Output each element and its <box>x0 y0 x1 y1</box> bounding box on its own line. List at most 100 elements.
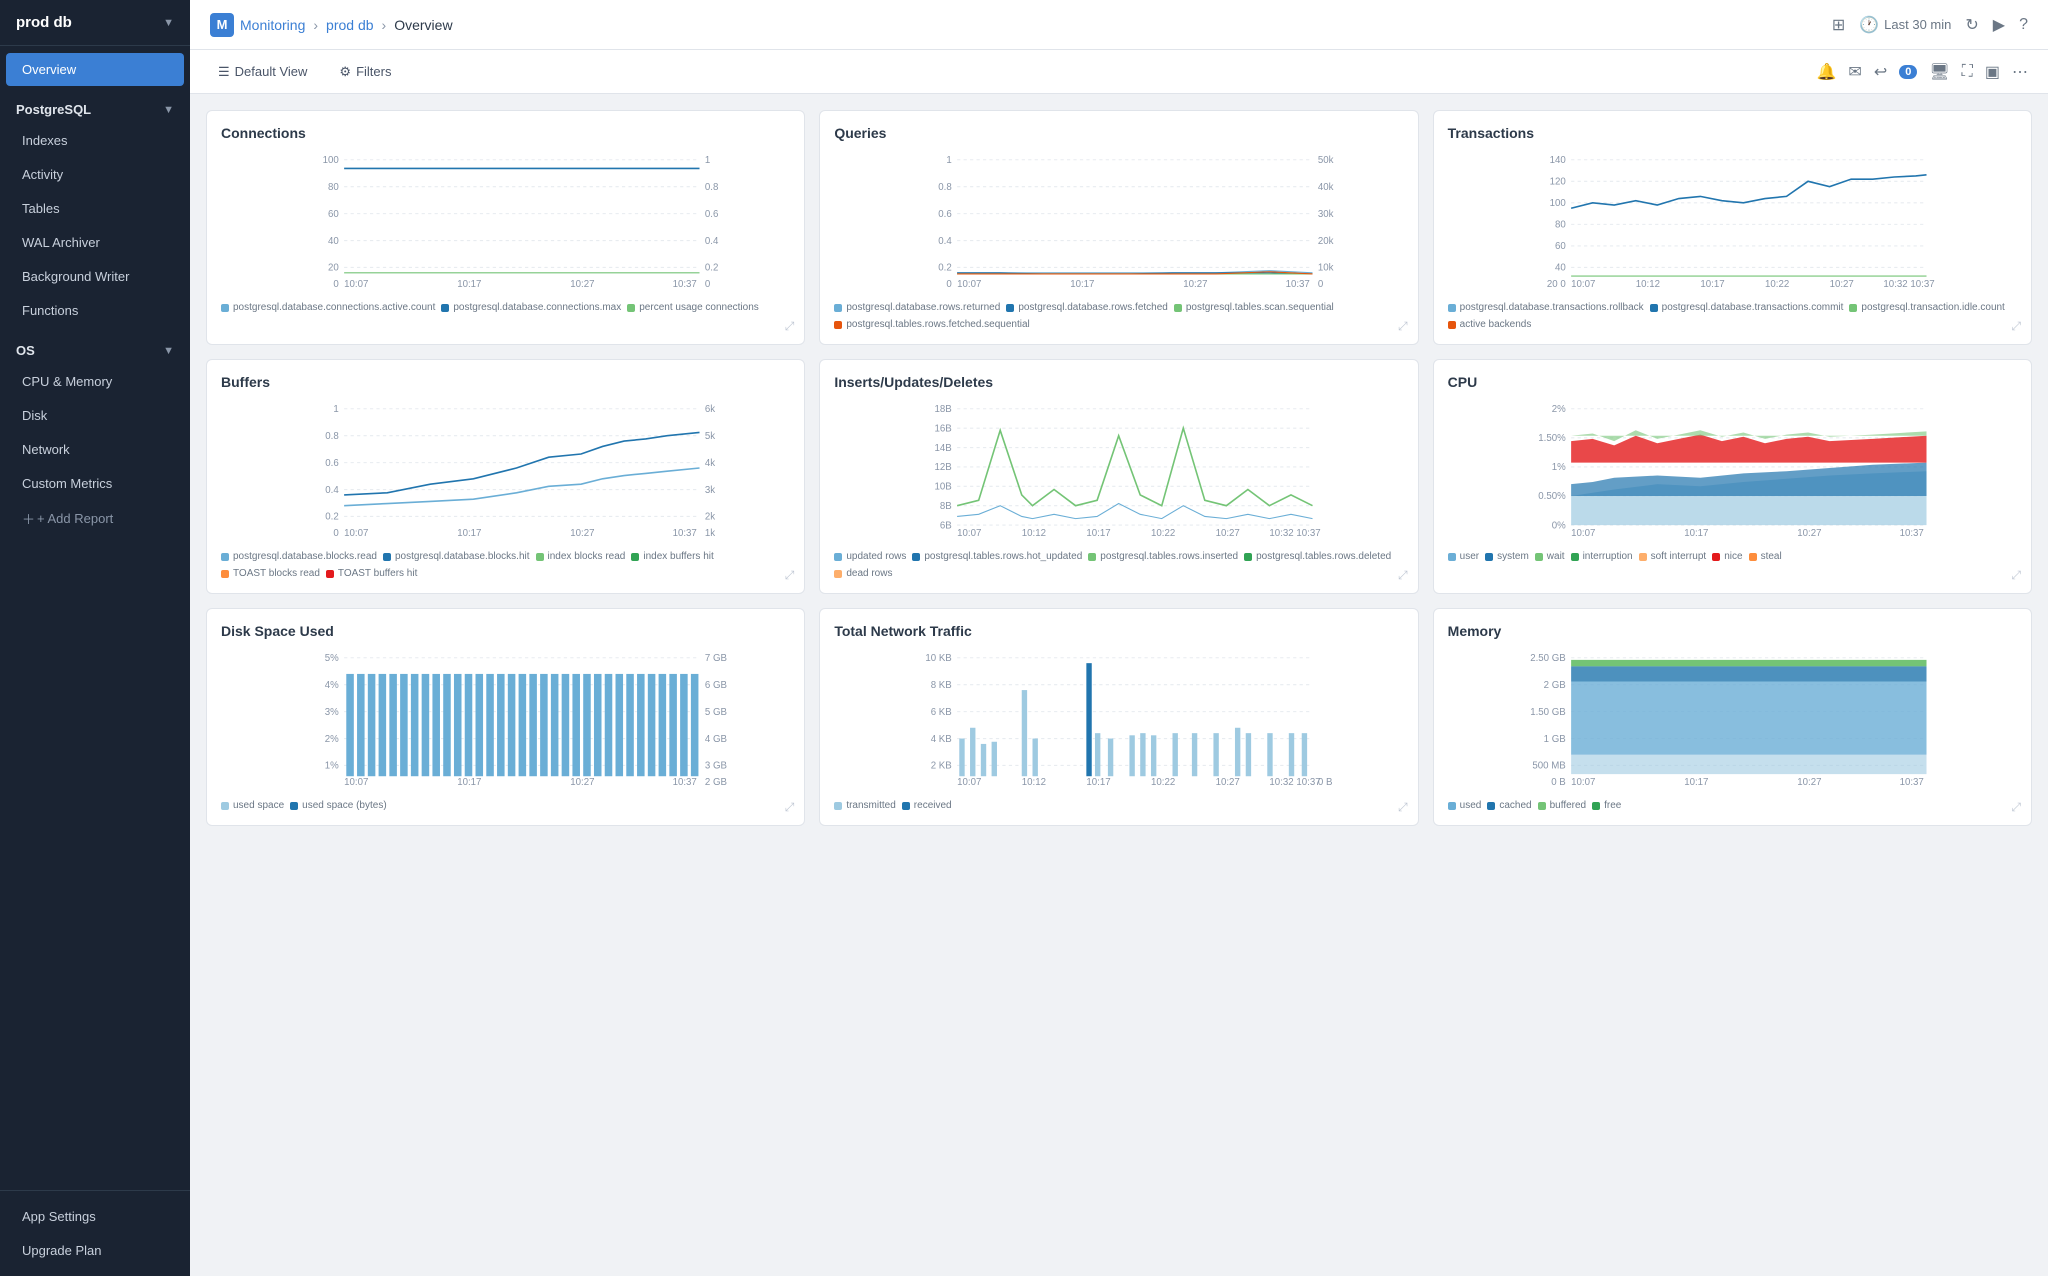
add-report-button[interactable]: ＋ + Add Report <box>6 501 184 536</box>
expand-icon[interactable]: ⤢ <box>2011 568 2021 583</box>
svg-text:10:07: 10:07 <box>957 528 981 538</box>
expand-icon[interactable]: ⤢ <box>2011 800 2021 815</box>
sidebar-item-background-writer[interactable]: Background Writer <box>6 260 184 293</box>
expand-icon[interactable]: ⤢ <box>785 319 795 334</box>
svg-text:3 GB: 3 GB <box>705 761 727 772</box>
cpu-legend: user system wait interruption soft inter… <box>1448 551 2017 562</box>
more-icon[interactable]: ⋯ <box>2012 62 2028 82</box>
svg-text:0 B: 0 B <box>1551 777 1566 787</box>
expand-icon[interactable]: ⤢ <box>1398 319 1408 334</box>
sidebar-item-indexes[interactable]: Indexes <box>6 124 184 157</box>
svg-text:0.6: 0.6 <box>325 458 338 469</box>
svg-text:0.2: 0.2 <box>705 263 718 274</box>
network-legend: transmitted received <box>834 800 1403 811</box>
db-chevron-icon: ▼ <box>163 17 174 29</box>
expand-icon[interactable]: ⤢ <box>785 568 795 583</box>
chart-connections: Connections 100 80 60 40 20 0 1 <box>206 110 805 345</box>
svg-text:30k: 30k <box>1318 209 1334 220</box>
svg-text:10:12: 10:12 <box>1022 528 1046 538</box>
svg-text:0: 0 <box>947 279 953 289</box>
svg-text:10:37: 10:37 <box>1297 528 1321 538</box>
time-range-button[interactable]: 🕐 Last 30 min <box>1859 15 1951 35</box>
expand-icon[interactable]: ⤢ <box>1398 568 1408 583</box>
sidebar-item-tables[interactable]: Tables <box>6 192 184 225</box>
svg-text:40: 40 <box>1555 263 1566 274</box>
expand-icon[interactable]: ⤢ <box>2011 319 2021 334</box>
chart-network: Total Network Traffic 10 KB 8 KB 6 KB 4 … <box>819 608 1418 826</box>
revert-icon[interactable]: ↩ <box>1874 62 1887 82</box>
sidebar-item-upgrade-plan[interactable]: Upgrade Plan <box>6 1234 184 1267</box>
filters-button[interactable]: ⚙ Filters <box>331 60 399 84</box>
svg-text:10:17: 10:17 <box>1071 279 1095 289</box>
svg-text:10:12: 10:12 <box>1022 777 1046 787</box>
breadcrumb-proddb[interactable]: prod db <box>326 17 373 33</box>
layout-icon[interactable]: ▣ <box>1985 62 2000 82</box>
sidebar: prod db ▼ Overview PostgreSQL ▼ Indexes … <box>0 0 190 1276</box>
svg-text:0: 0 <box>705 279 711 289</box>
svg-text:5%: 5% <box>325 653 339 664</box>
svg-text:80: 80 <box>328 182 339 193</box>
postgresql-section[interactable]: PostgreSQL ▼ <box>0 92 190 123</box>
svg-text:0%: 0% <box>1551 520 1565 531</box>
sidebar-item-disk[interactable]: Disk <box>6 399 184 432</box>
svg-text:100: 100 <box>1549 198 1566 209</box>
sidebar-bottom: App Settings Upgrade Plan <box>0 1190 190 1276</box>
breadcrumb-current: Overview <box>394 17 452 33</box>
chart-connections-title: Connections <box>221 125 790 141</box>
svg-text:50k: 50k <box>1318 155 1334 166</box>
filter-icon: ⚙ <box>339 64 351 80</box>
svg-text:10:07: 10:07 <box>1571 528 1595 538</box>
svg-text:6 KB: 6 KB <box>931 707 952 718</box>
sidebar-item-network[interactable]: Network <box>6 433 184 466</box>
inserts-legend: updated rows postgresql.tables.rows.hot_… <box>834 551 1403 579</box>
svg-text:1%: 1% <box>1551 462 1565 473</box>
svg-text:10 KB: 10 KB <box>926 653 952 664</box>
svg-text:10:37: 10:37 <box>1286 279 1310 289</box>
svg-text:10:22: 10:22 <box>1765 279 1789 289</box>
fullscreen-icon[interactable]: ⛶ <box>1962 63 1973 81</box>
sidebar-item-wal-archiver[interactable]: WAL Archiver <box>6 226 184 259</box>
svg-text:10k: 10k <box>1318 263 1334 274</box>
bell-icon[interactable]: 🔔 <box>1817 62 1837 82</box>
os-section[interactable]: OS ▼ <box>0 333 190 364</box>
svg-text:140: 140 <box>1549 155 1566 166</box>
help-icon[interactable]: ? <box>2019 16 2028 34</box>
inserts-chart-svg: 18B 16B 14B 12B 10B 8B 6B 10:07 10:12 10… <box>834 398 1403 538</box>
svg-text:10:17: 10:17 <box>1700 279 1724 289</box>
sidebar-item-functions[interactable]: Functions <box>6 294 184 327</box>
svg-text:1: 1 <box>705 155 710 166</box>
svg-text:40: 40 <box>328 236 339 247</box>
chart-transactions: Transactions 140 120 100 80 60 40 20 0 <box>1433 110 2032 345</box>
default-view-button[interactable]: ☰ Default View <box>210 60 315 84</box>
sidebar-item-activity[interactable]: Activity <box>6 158 184 191</box>
svg-text:0: 0 <box>333 528 339 538</box>
play-icon[interactable]: ▶ <box>1993 15 2005 35</box>
expand-icon[interactable]: ⤢ <box>785 800 795 815</box>
svg-text:0.2: 0.2 <box>325 512 338 523</box>
email-icon[interactable]: ✉ <box>1848 62 1861 82</box>
sidebar-item-custom-metrics[interactable]: Custom Metrics <box>6 467 184 500</box>
breadcrumb-sep1: › <box>313 17 318 33</box>
svg-text:10:27: 10:27 <box>1797 528 1821 538</box>
breadcrumb-monitoring[interactable]: Monitoring <box>240 17 305 33</box>
chart-buffers-title: Buffers <box>221 374 790 390</box>
sidebar-item-overview[interactable]: Overview <box>6 53 184 86</box>
grid-icon[interactable]: ⊞ <box>1832 15 1845 35</box>
os-chevron-icon: ▼ <box>163 345 174 357</box>
svg-text:10:17: 10:17 <box>457 528 481 538</box>
expand-icon[interactable]: ⤢ <box>1398 800 1408 815</box>
svg-text:2k: 2k <box>705 512 715 523</box>
svg-text:0.8: 0.8 <box>705 182 718 193</box>
disk-legend: used space used space (bytes) <box>221 800 790 811</box>
svg-text:10:27: 10:27 <box>1216 528 1240 538</box>
svg-text:0.4: 0.4 <box>705 236 719 247</box>
sidebar-item-app-settings[interactable]: App Settings <box>6 1200 184 1233</box>
svg-text:4 KB: 4 KB <box>931 734 952 745</box>
svg-text:10:17: 10:17 <box>457 279 481 289</box>
svg-text:1.50%: 1.50% <box>1538 433 1566 444</box>
db-selector[interactable]: prod db ▼ <box>0 0 190 46</box>
monitor-icon[interactable]: 🖥 <box>1929 62 1949 82</box>
svg-text:10:37: 10:37 <box>1910 279 1934 289</box>
refresh-icon[interactable]: ↻ <box>1965 15 1978 35</box>
sidebar-item-cpu-memory[interactable]: CPU & Memory <box>6 365 184 398</box>
